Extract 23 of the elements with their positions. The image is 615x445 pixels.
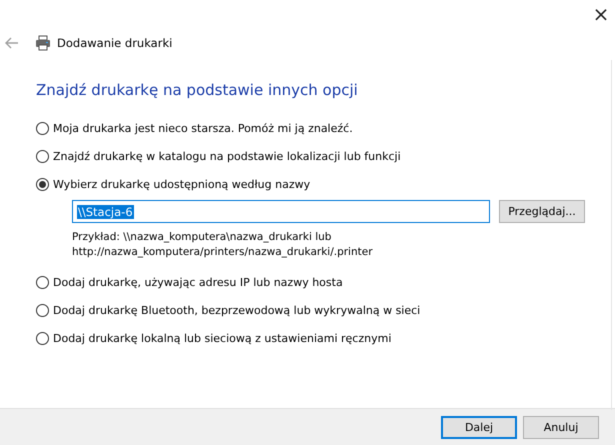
option-label[interactable]: Dodaj drukarkę, używając adresu IP lub nazwy hosta bbox=[53, 276, 343, 288]
radio-button[interactable] bbox=[36, 178, 49, 190]
back-arrow-icon[interactable] bbox=[5, 37, 19, 49]
printer-icon bbox=[35, 35, 51, 51]
radio-button[interactable] bbox=[36, 332, 49, 344]
option-label[interactable]: Znajdź drukarkę w katalogu na podstawie lokalizacji lub funkcji bbox=[53, 150, 401, 162]
window-title: Dodawanie drukarki bbox=[57, 36, 172, 50]
radio-button[interactable] bbox=[36, 276, 49, 288]
dialog-button[interactable]: Anuluj bbox=[523, 416, 599, 438]
option-label[interactable]: Moja drukarka jest nieco starsza. Pomóż mi ją znaleźć. bbox=[53, 122, 353, 134]
example-text: Przykład: \\nazwa_komputera\nazwa_drukarki lub bbox=[72, 230, 332, 245]
option-label[interactable]: Wybierz drukarkę udostępnioną według nazwy bbox=[53, 178, 310, 190]
dialog-button[interactable]: Dalej bbox=[441, 416, 517, 438]
radio-button[interactable] bbox=[36, 122, 49, 134]
page-heading: Znajdź drukarkę na podstawie innych opcji bbox=[36, 81, 359, 99]
option-label[interactable]: Dodaj drukarkę lokalną lub sieciową z ustawieniami ręcznymi bbox=[53, 332, 392, 344]
browse-button[interactable]: Przeglądaj... bbox=[499, 200, 585, 223]
option-label[interactable]: Dodaj drukarkę Bluetooth, bezprzewodową lub wykrywalną w sieci bbox=[53, 304, 420, 316]
printer-name-field[interactable]: \\Stacja-6 bbox=[72, 200, 490, 223]
radio-button[interactable] bbox=[36, 150, 49, 162]
example-text: http://nazwa_komputera/printers/nazwa_drukarki/.printer bbox=[72, 245, 374, 260]
close-button[interactable]: × bbox=[591, 4, 611, 24]
radio-button[interactable] bbox=[36, 304, 49, 316]
